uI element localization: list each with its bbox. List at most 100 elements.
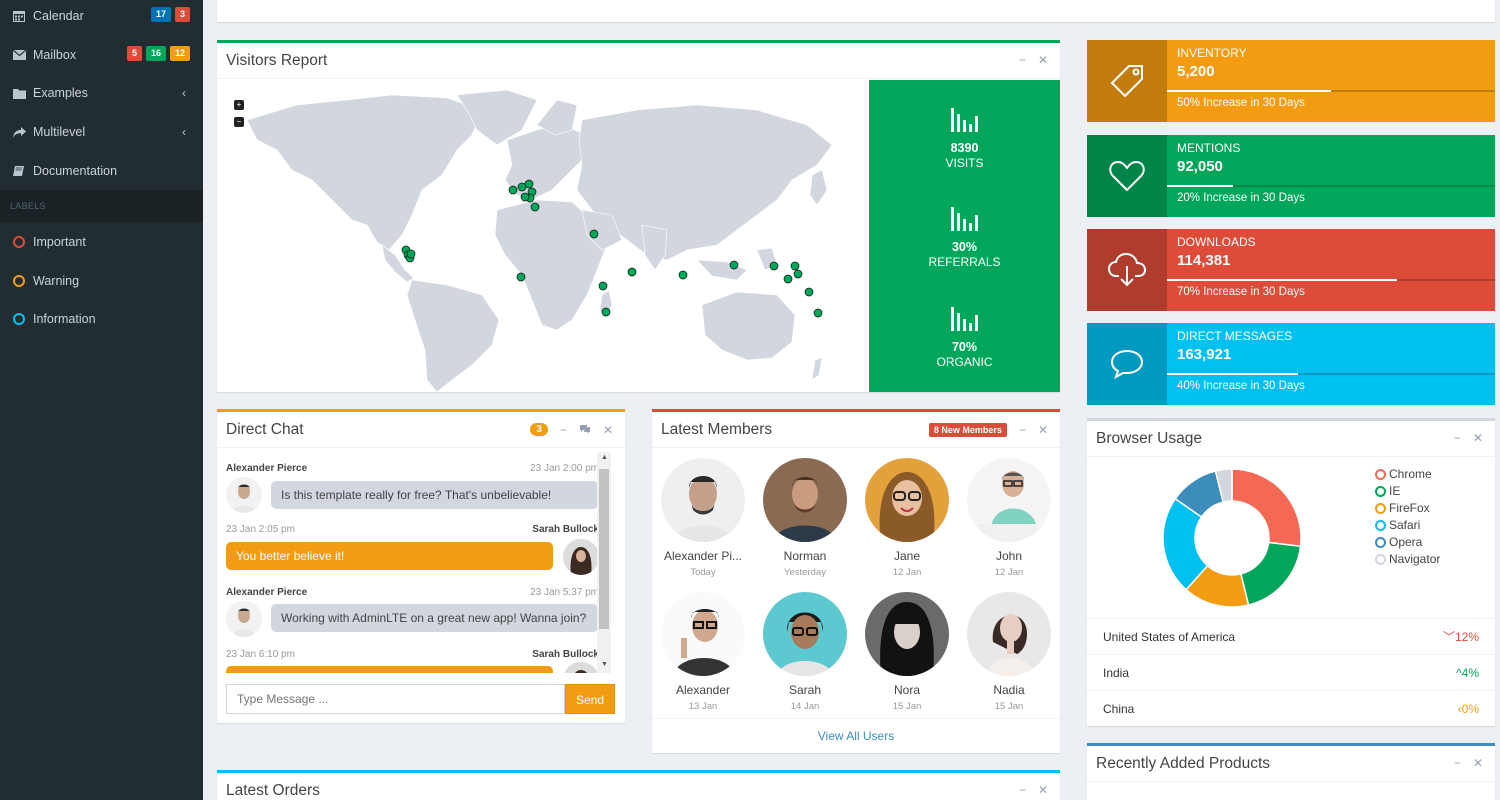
member-date: Yesterday xyxy=(784,567,826,578)
view-all-users-link[interactable]: View All Users xyxy=(818,729,894,743)
box-title: Recently Added Products xyxy=(1096,754,1271,772)
collapse-icon[interactable]: − xyxy=(560,424,567,436)
member-item[interactable]: Alexander Pi... Today xyxy=(653,458,753,578)
collapse-icon[interactable]: − xyxy=(1454,432,1461,444)
close-icon[interactable]: ✕ xyxy=(1038,424,1048,436)
sidebar-item-label: Important xyxy=(33,235,86,249)
contacts-icon[interactable] xyxy=(579,424,591,436)
info-box-title: MENTIONS xyxy=(1177,141,1241,155)
close-icon[interactable]: ✕ xyxy=(1038,54,1048,66)
legend-chrome: Chrome xyxy=(1375,467,1432,481)
progress-bar xyxy=(1167,373,1495,375)
country-change: ^4% xyxy=(1456,666,1479,680)
collapse-icon[interactable]: − xyxy=(1019,424,1026,436)
member-item[interactable]: John 12 Jan xyxy=(959,458,1059,578)
avatar xyxy=(563,662,599,673)
info-box-downloads: DOWNLOADS 114,381 70% Increase in 30 Day… xyxy=(1087,229,1495,311)
chevron-left-icon: ‹ xyxy=(182,86,186,100)
sidebar-item-calendar[interactable]: Calendar 17 3 xyxy=(0,0,203,35)
zoom-in-icon[interactable]: + xyxy=(234,100,244,110)
zoom-out-icon[interactable]: − xyxy=(234,117,244,127)
info-box-desc: 40% Increase in 30 Days xyxy=(1177,380,1305,392)
chat-count-badge: 3 xyxy=(530,423,548,436)
labels-header: LABELS xyxy=(0,190,203,222)
collapse-icon[interactable]: − xyxy=(1019,784,1026,796)
member-item[interactable]: Nadia 15 Jan xyxy=(959,592,1059,712)
info-box-number: 92,050 xyxy=(1177,158,1223,175)
sidebar-item-label: Mailbox xyxy=(33,48,77,62)
member-avatar xyxy=(661,458,745,542)
info-box-number: 114,381 xyxy=(1177,252,1231,269)
info-box-number: 5,200 xyxy=(1177,63,1215,80)
avatar xyxy=(563,539,599,575)
direct-chat-box: Direct Chat 3 − ✕ Alexander Pierce 23 Ja… xyxy=(217,409,625,723)
mailbox-badge-red: 5 xyxy=(126,46,142,61)
scrollbar-thumb[interactable] xyxy=(599,469,609,629)
sidebar-item-label: Calendar xyxy=(33,9,84,23)
member-item[interactable]: Nora 15 Jan xyxy=(857,592,957,712)
donut-slice-ie[interactable] xyxy=(1239,541,1302,606)
sidebar-label-important[interactable]: Important xyxy=(0,223,203,261)
change-value: 0% xyxy=(1461,701,1479,716)
country-row[interactable]: India ^4% xyxy=(1087,654,1495,690)
browser-donut-chart[interactable] xyxy=(1152,466,1312,616)
message-author: Sarah Bullock xyxy=(532,524,599,535)
send-button[interactable]: Send xyxy=(565,684,615,714)
info-box-title: DIRECT MESSAGES xyxy=(1177,329,1293,343)
box-header: Browser Usage − ✕ xyxy=(1087,421,1495,457)
latest-orders-box: Latest Orders − ✕ xyxy=(217,770,1060,800)
progress-bar xyxy=(1167,279,1495,281)
member-item[interactable]: Alexander 13 Jan xyxy=(653,592,753,712)
collapse-icon[interactable]: − xyxy=(1019,54,1026,66)
chat-scrollbar[interactable]: ▲ ▼ xyxy=(597,452,611,673)
close-icon[interactable]: ✕ xyxy=(1473,432,1483,444)
chat-messages[interactable]: Alexander Pierce 23 Jan 2:00 pm Is this … xyxy=(217,451,612,673)
donut-slice-chrome[interactable] xyxy=(1231,468,1302,548)
message-time: 23 Jan 2:05 pm xyxy=(226,524,295,535)
close-icon[interactable]: ✕ xyxy=(1038,784,1048,796)
sidebar-item-label: Warning xyxy=(33,274,80,288)
sidebar-item-multilevel[interactable]: Multilevel ‹ xyxy=(0,113,203,151)
avatar xyxy=(226,477,262,513)
sidebar-label-warning[interactable]: Warning xyxy=(0,262,203,300)
circle-icon xyxy=(1375,519,1386,531)
close-icon[interactable]: ✕ xyxy=(603,424,613,436)
member-date: Today xyxy=(690,567,716,578)
box-title: Latest Orders xyxy=(226,782,320,799)
legend-label: Chrome xyxy=(1389,467,1432,481)
country-row[interactable]: China ‹0% xyxy=(1087,690,1495,726)
collapse-icon[interactable]: − xyxy=(1454,757,1461,769)
close-icon[interactable]: ✕ xyxy=(1473,757,1483,769)
chat-input[interactable] xyxy=(226,684,565,714)
legend-navigator: Navigator xyxy=(1375,552,1440,566)
recently-added-products-box: Recently Added Products − ✕ xyxy=(1087,743,1495,800)
stat-value: 8390 xyxy=(950,141,979,155)
member-avatar xyxy=(763,592,847,676)
stat-visits: 8390 VISITS xyxy=(869,106,1060,170)
scroll-up-icon[interactable]: ▲ xyxy=(601,454,608,461)
box-title: Visitors Report xyxy=(226,51,328,69)
bar-chart-icon xyxy=(869,305,1060,335)
message-time: 23 Jan 6:10 pm xyxy=(226,649,295,660)
heart-icon xyxy=(1087,135,1167,217)
sidebar-item-documentation[interactable]: Documentation xyxy=(0,152,203,190)
sidebar-label-information[interactable]: Information xyxy=(0,300,203,338)
scroll-down-icon[interactable]: ▼ xyxy=(601,661,608,668)
box-title: Latest Members xyxy=(661,420,773,438)
member-item[interactable]: Jane 12 Jan xyxy=(857,458,957,578)
world-map[interactable]: + − xyxy=(217,80,869,393)
chat-bubble: Working with AdminLTE on a great new app… xyxy=(271,604,598,632)
legend-safari: Safari xyxy=(1375,518,1420,532)
message-input[interactable] xyxy=(227,685,564,713)
sidebar-item-examples[interactable]: Examples ‹ xyxy=(0,74,203,112)
member-item[interactable]: Sarah 14 Jan xyxy=(755,592,855,712)
circle-icon xyxy=(1375,536,1386,548)
legend-opera: Opera xyxy=(1375,535,1422,549)
info-box-mentions: MENTIONS 92,050 20% Increase in 30 Days xyxy=(1087,135,1495,217)
country-row[interactable]: United States of America ﹀12% xyxy=(1087,618,1495,654)
circle-icon xyxy=(1375,502,1386,514)
sidebar-item-mailbox[interactable]: Mailbox 5 16 12 xyxy=(0,36,203,74)
member-item[interactable]: Norman Yesterday xyxy=(755,458,855,578)
book-icon xyxy=(12,164,26,178)
top-stats-box xyxy=(217,0,1495,22)
